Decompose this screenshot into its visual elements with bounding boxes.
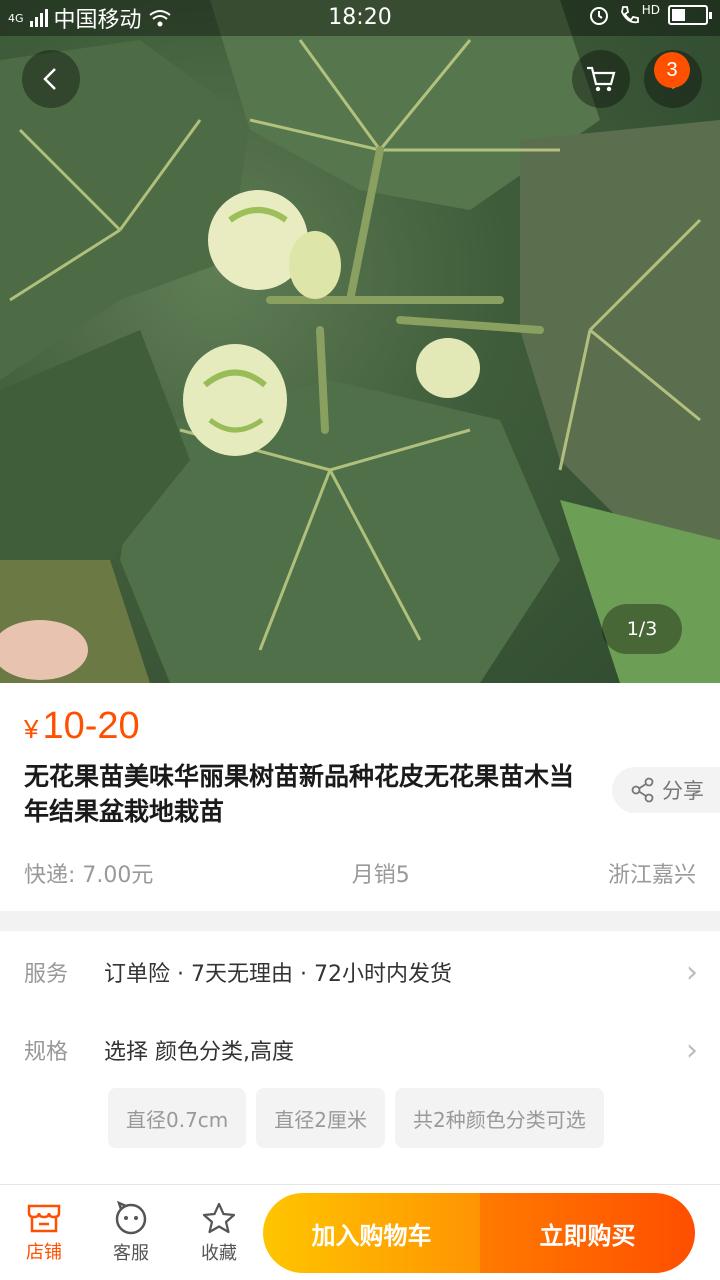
product-title: 无花果苗美味华丽果树苗新品种花皮无花果苗木当年结果盆栽地栽苗 bbox=[24, 762, 575, 826]
phone-icon bbox=[620, 6, 639, 24]
monthly-sales: 月销5 bbox=[351, 863, 410, 888]
store-icon bbox=[27, 1204, 61, 1233]
chevron-left-icon bbox=[43, 68, 56, 90]
favorite-tab[interactable]: 收藏 bbox=[175, 1185, 263, 1280]
bottom-action-bar: 店铺 客服 收藏 加入购物车 立即购买 bbox=[0, 1184, 720, 1280]
chevron-right-icon: › bbox=[686, 954, 698, 990]
share-icon bbox=[631, 777, 654, 803]
customer-service-tab[interactable]: 客服 bbox=[87, 1185, 175, 1280]
hd-indicator: HD bbox=[641, 3, 660, 17]
price-value: 10-20 bbox=[42, 705, 140, 747]
spec-text: 选择 颜色分类,高度 bbox=[104, 1040, 294, 1065]
share-button[interactable]: 分享 bbox=[612, 767, 720, 813]
share-label: 分享 bbox=[662, 779, 704, 803]
spec-label: 规格 bbox=[24, 1040, 69, 1065]
customer-service-label: 客服 bbox=[113, 1243, 149, 1264]
spec-option-chip[interactable]: 直径0.7cm bbox=[108, 1088, 247, 1148]
cart-icon bbox=[587, 66, 616, 92]
shipping-fee: 快递: 7.00元 bbox=[24, 863, 154, 888]
currency-symbol: ¥ bbox=[24, 714, 39, 744]
service-spec-section: 服务 订单险 · 7天无理由 · 72小时内发货 › 规格 选择 颜色分类,高度… bbox=[0, 931, 720, 1184]
service-text: 订单险 · 7天无理由 · 72小时内发货 bbox=[104, 962, 452, 987]
customer-service-icon bbox=[115, 1201, 147, 1235]
spec-row[interactable]: 规格 选择 颜色分类,高度 › bbox=[0, 1011, 720, 1089]
star-icon bbox=[202, 1202, 236, 1234]
back-button[interactable] bbox=[22, 50, 80, 108]
spec-options: 直径0.7cm 直径2厘米 共2种颜色分类可选 bbox=[108, 1088, 604, 1148]
cart-count-badge: 3 bbox=[654, 52, 690, 88]
service-label: 服务 bbox=[24, 962, 69, 987]
gallery-pager: 1/3 bbox=[602, 604, 682, 654]
store-label: 店铺 bbox=[26, 1242, 62, 1263]
spec-option-chip[interactable]: 直径2厘米 bbox=[256, 1088, 386, 1148]
product-meta: 快递: 7.00元 月销5 浙江嘉兴 bbox=[24, 857, 696, 889]
product-price: ¥ 10-20 bbox=[24, 705, 140, 748]
alarm-icon bbox=[589, 7, 608, 25]
buy-now-button[interactable]: 立即购买 bbox=[480, 1193, 695, 1273]
store-tab[interactable]: 店铺 bbox=[0, 1185, 88, 1280]
product-image-gallery[interactable]: 4G 中国移动 18:20 HD 3 1/3 bbox=[0, 0, 720, 683]
service-row[interactable]: 服务 订单险 · 7天无理由 · 72小时内发货 › bbox=[0, 933, 720, 1011]
product-info: ¥ 10-20 无花果苗美味华丽果树苗新品种花皮无花果苗木当年结果盆栽地栽苗 分… bbox=[0, 683, 720, 911]
chevron-right-icon: › bbox=[686, 1032, 698, 1068]
battery-icon bbox=[668, 5, 712, 25]
spec-option-chip[interactable]: 共2种颜色分类可选 bbox=[395, 1088, 604, 1148]
favorite-label: 收藏 bbox=[201, 1243, 237, 1264]
add-to-cart-button[interactable]: 加入购物车 bbox=[263, 1193, 480, 1273]
ship-from-location: 浙江嘉兴 bbox=[607, 863, 696, 888]
cart-button[interactable] bbox=[572, 50, 630, 108]
status-bar: 4G 中国移动 18:20 HD bbox=[0, 0, 720, 36]
